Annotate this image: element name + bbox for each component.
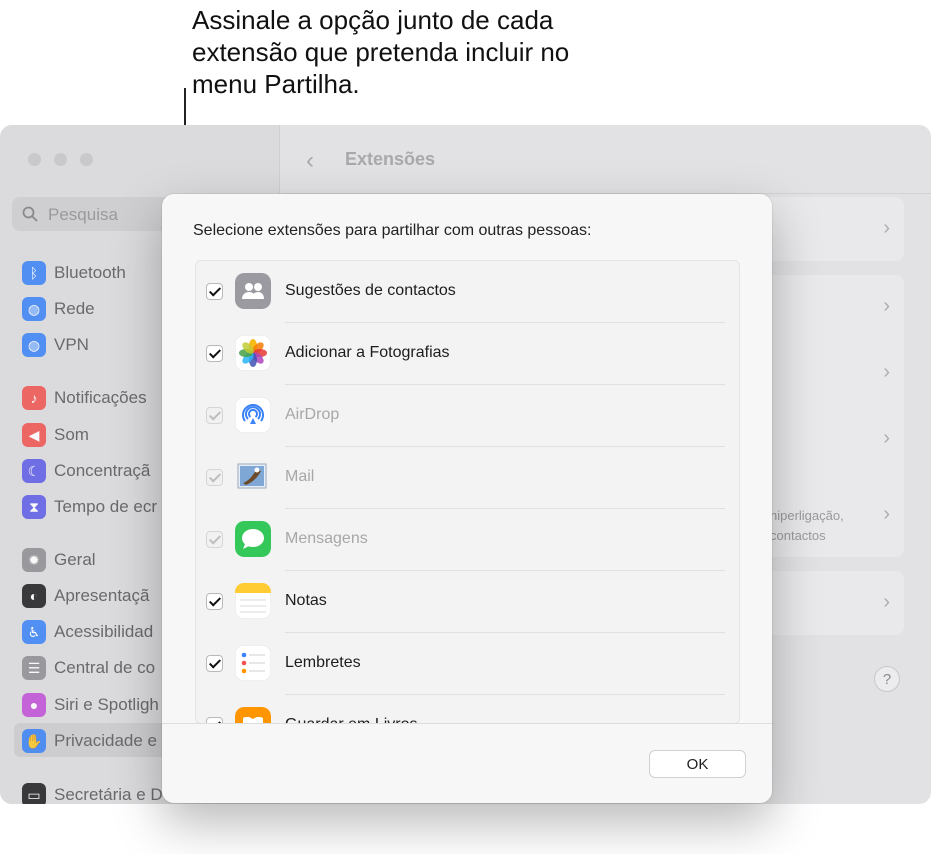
- background-desc-line-1: hiperligação,: [770, 508, 844, 523]
- sidebar-item-label: Bluetooth: [54, 263, 126, 282]
- sidebar-item[interactable]: ◐ Apresentaçã: [22, 582, 149, 610]
- sidebar-item[interactable]: ♪ Notificações: [22, 384, 147, 412]
- chevron-right-icon[interactable]: ›: [883, 427, 890, 450]
- extension-checkbox[interactable]: [206, 283, 223, 300]
- gear-icon: ✹: [22, 548, 46, 572]
- settings-card-1[interactable]: ›: [760, 197, 904, 261]
- sidebar-item-label: Apresentaçã: [54, 586, 150, 605]
- minimize-window-button[interactable]: [54, 153, 67, 166]
- airdrop-icon: [235, 397, 271, 433]
- extension-row[interactable]: Adicionar a Fotografias: [196, 323, 739, 385]
- extension-label: Sugestões de contactos: [285, 282, 456, 299]
- extensions-list[interactable]: Sugestões de contactos Adicionar a Fotogr…: [195, 260, 740, 724]
- extension-label: Notas: [285, 592, 327, 609]
- extension-label: Mensagens: [285, 530, 368, 547]
- sidebar-item[interactable]: ● Siri e Spotligh: [22, 691, 159, 719]
- extension-label: Adicionar a Fotografias: [285, 344, 450, 361]
- control-center-icon: ☰: [22, 656, 46, 680]
- mail-icon: [235, 459, 271, 495]
- sidebar-item[interactable]: ✹ Geral: [22, 546, 96, 574]
- extension-label: Mail: [285, 468, 315, 485]
- zoom-window-button[interactable]: [80, 153, 93, 166]
- sidebar-item[interactable]: ▭ Secretária e D: [22, 781, 163, 804]
- sidebar-item[interactable]: ◍ Rede: [22, 295, 95, 323]
- extension-checkbox: [206, 469, 223, 486]
- sidebar-item[interactable]: ☾ Concentraçã: [22, 457, 150, 485]
- sidebar-item-label: Tempo de ecr: [54, 497, 157, 516]
- sidebar-item-label: VPN: [54, 335, 89, 354]
- ok-button[interactable]: OK: [649, 750, 746, 778]
- callout-text: Assinale a opção junto de cada extensão …: [192, 5, 570, 99]
- siri-icon: ●: [22, 693, 46, 717]
- extension-checkbox[interactable]: [206, 655, 223, 672]
- sidebar-item[interactable]: ♿ Acessibilidad: [22, 618, 153, 646]
- chevron-right-icon[interactable]: ›: [883, 295, 890, 318]
- chevron-right-icon[interactable]: ›: [883, 361, 890, 384]
- globe-icon: ◍: [22, 297, 46, 321]
- search-placeholder: Pesquisa: [48, 205, 118, 224]
- sidebar-item-label: Som: [54, 425, 89, 444]
- hand-icon: ✋: [22, 729, 46, 753]
- sidebar-item[interactable]: ✋ Privacidade e: [22, 727, 157, 755]
- notes-icon: [235, 583, 271, 619]
- sidebar-item[interactable]: ◍ VPN: [22, 331, 89, 359]
- page-title: Extensões: [345, 149, 436, 169]
- dock-icon: ▭: [22, 783, 46, 804]
- extension-row[interactable]: Mensagens: [196, 509, 739, 571]
- bell-icon: ♪: [22, 386, 46, 410]
- reminders-icon: [235, 645, 271, 681]
- sidebar-item-label: Geral: [54, 550, 96, 569]
- speaker-icon: ◀: [22, 423, 46, 447]
- chevron-right-icon: ›: [883, 217, 890, 239]
- extension-row[interactable]: Lembretes: [196, 633, 739, 695]
- appearance-icon: ◐: [22, 584, 46, 608]
- sidebar-item[interactable]: ☰ Central de co: [22, 654, 155, 682]
- back-button[interactable]: ‹: [306, 147, 314, 175]
- bluetooth-icon: ᛒ: [22, 261, 46, 285]
- sidebar-item-label: Rede: [54, 299, 95, 318]
- vpn-globe-icon: ◍: [22, 333, 46, 357]
- extension-checkbox: [206, 407, 223, 424]
- hourglass-icon: ⧗: [22, 495, 46, 519]
- dialog-prompt: Selecione extensões para partilhar com o…: [193, 222, 592, 239]
- chevron-right-icon[interactable]: ›: [883, 503, 890, 526]
- moon-icon: ☾: [22, 459, 46, 483]
- accessibility-icon: ♿: [22, 620, 46, 644]
- sidebar-item-label: Privacidade e: [54, 731, 158, 750]
- messages-icon: [235, 521, 271, 557]
- extension-row[interactable]: Mail: [196, 447, 739, 509]
- extension-label: Lembretes: [285, 654, 361, 671]
- settings-card-3[interactable]: ›: [760, 571, 904, 635]
- contacts-icon: [235, 273, 271, 309]
- extension-checkbox: [206, 531, 223, 548]
- sidebar-item[interactable]: ᛒ Bluetooth: [22, 259, 126, 287]
- photos-icon: [235, 335, 271, 371]
- sidebar-item-label: Notificações: [54, 388, 147, 407]
- background-desc-line-2: contactos: [770, 528, 826, 543]
- sidebar-item-label: Secretária e D: [54, 785, 163, 804]
- extension-row[interactable]: Sugestões de contactos: [196, 261, 739, 323]
- sidebar-item-label: Siri e Spotligh: [54, 695, 159, 714]
- dialog-footer-divider: [162, 723, 772, 724]
- sidebar-item[interactable]: ⧗ Tempo de ecr: [22, 493, 157, 521]
- help-button[interactable]: ?: [874, 666, 900, 692]
- extension-row[interactable]: Notas: [196, 571, 739, 633]
- sidebar-item[interactable]: ◀ Som: [22, 421, 89, 449]
- sidebar-item-label: Central de co: [54, 658, 156, 677]
- search-icon: [22, 206, 38, 222]
- extension-checkbox[interactable]: [206, 345, 223, 362]
- extension-row[interactable]: AirDrop: [196, 385, 739, 447]
- books-icon: [235, 707, 271, 723]
- extension-row[interactable]: Guardar em Livros: [196, 695, 739, 723]
- close-window-button[interactable]: [28, 153, 41, 166]
- sidebar-item-label: Acessibilidad: [54, 622, 154, 641]
- chevron-right-icon: ›: [883, 591, 890, 613]
- sidebar-item-label: Concentraçã: [54, 461, 151, 480]
- extension-checkbox[interactable]: [206, 593, 223, 610]
- share-extensions-dialog: Selecione extensões para partilhar com o…: [162, 194, 772, 803]
- extension-label: AirDrop: [285, 406, 340, 423]
